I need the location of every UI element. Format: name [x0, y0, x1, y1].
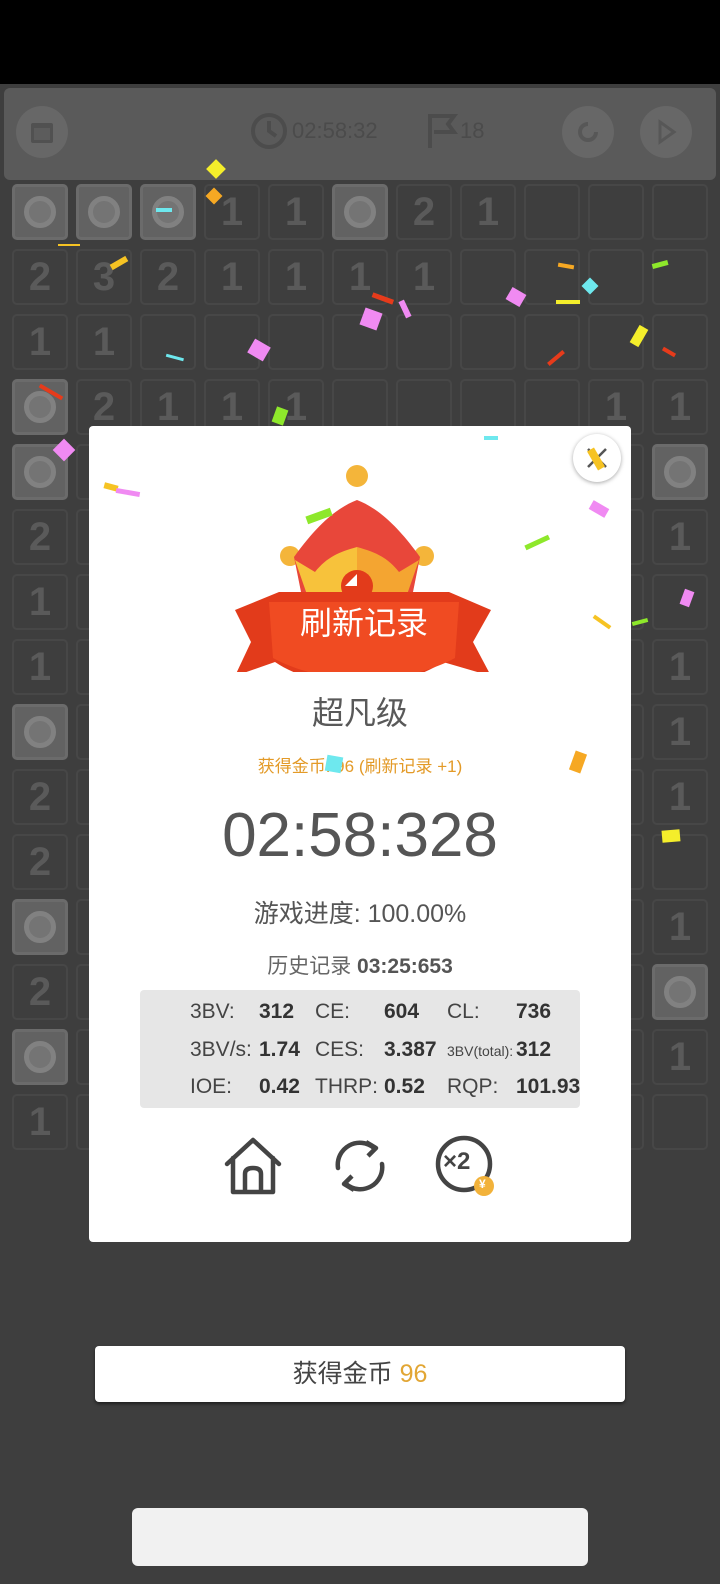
level-name: 超凡级: [311, 695, 408, 731]
stat-value-ce: 604: [384, 1000, 420, 1023]
stat-label-3bv-total: 3BV(total):: [447, 1043, 514, 1059]
stat-label-ioe: IOE:: [190, 1075, 233, 1098]
x2-label: ×2: [443, 1148, 471, 1175]
stat-value-3bv: 312: [259, 1000, 295, 1023]
stat-value-3bv-total: 312: [516, 1038, 552, 1061]
coin-total-amount: 96: [399, 1360, 428, 1388]
close-button[interactable]: [573, 434, 621, 482]
stat-label-thrp: THRP:: [315, 1075, 378, 1098]
game-progress: 游戏进度: 100.00%: [89, 894, 631, 930]
double-coins-button[interactable]: ×2 ¥: [434, 1134, 498, 1198]
history-value: 03:25:653: [357, 955, 453, 978]
game-screen: 02:58:32 18 1121232111111211111211111212…: [0, 0, 720, 1584]
coins-earned-text: 获得金币: 96 (刷新记录 +1): [257, 757, 463, 776]
stat-label-3bvs: 3BV/s:: [190, 1038, 252, 1061]
stat-value-3bvs: 1.74: [259, 1038, 300, 1061]
stat-label-cl: CL:: [447, 1000, 480, 1023]
restart-button[interactable]: [328, 1134, 392, 1198]
history-label: 历史记录: [267, 955, 352, 978]
stat-value-ces: 3.387: [384, 1038, 437, 1061]
close-icon: [587, 448, 607, 468]
restart-icon: [335, 1140, 385, 1192]
home-icon: [224, 1137, 282, 1195]
bottom-button[interactable]: [132, 1508, 588, 1566]
progress-value: 100.00%: [367, 900, 467, 928]
status-bar: [0, 0, 720, 84]
stat-label-ce: CE:: [315, 1000, 351, 1023]
coin-total-bar: 获得金币 96: [95, 1346, 625, 1402]
banner-title: 刷新记录: [299, 605, 428, 641]
stat-label-rqp: RQP:: [447, 1075, 499, 1098]
stat-label-ces: CES:: [315, 1038, 365, 1061]
history-record: 历史记录 03:25:653: [89, 950, 631, 980]
stat-label-3bv: 3BV:: [190, 1000, 235, 1023]
finish-time: 02:58:328: [222, 801, 498, 870]
stat-value-rqp: 101.93: [516, 1075, 581, 1098]
coin-symbol: ¥: [479, 1177, 486, 1191]
stat-value-ioe: 0.42: [259, 1075, 300, 1098]
coin-total-label: 获得金币: [292, 1360, 393, 1388]
progress-label: 游戏进度:: [253, 900, 361, 928]
stat-value-thrp: 0.52: [384, 1075, 425, 1098]
stat-value-cl: 736: [516, 1000, 552, 1023]
home-button[interactable]: [221, 1134, 285, 1198]
